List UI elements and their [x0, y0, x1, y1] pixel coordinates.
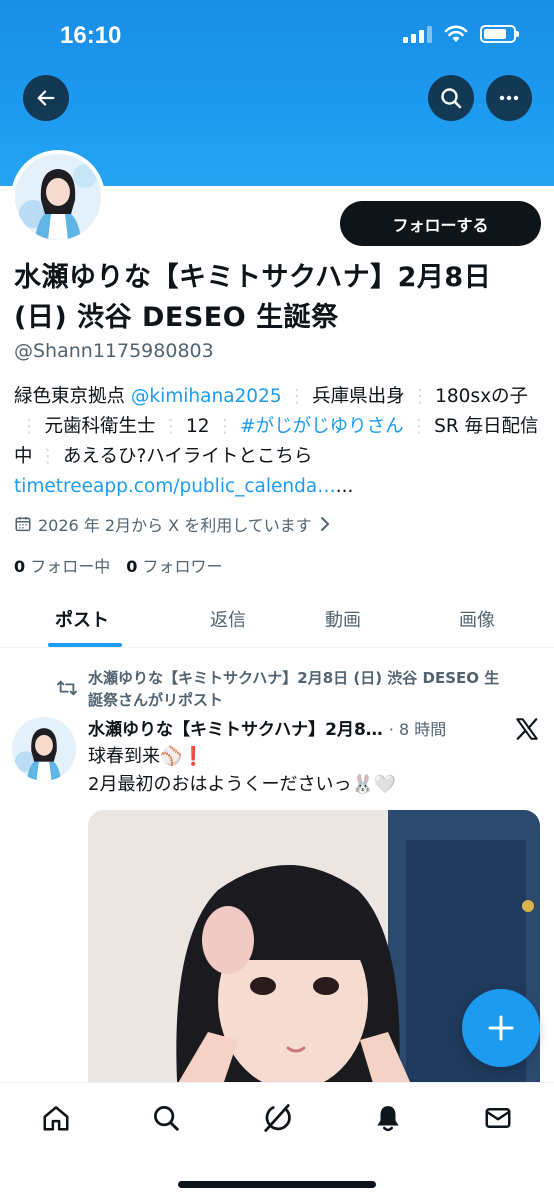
- post-author-name[interactable]: 水瀬ゆりな【キミトサクハナ】2月8…: [88, 715, 383, 740]
- repost-icon: [57, 680, 77, 696]
- profile-bio: 緑色東京拠点 @kimihana2025 ⋮ 兵庫県出身 ⋮ 180sxの子⋮ 元歯科衛生…: [14, 382, 544, 502]
- profile-name-line2: (日) 渋谷 DESEO 生誕祭: [14, 302, 339, 333]
- profile-name: 水瀬ゆりな【キミトサクハナ】2月8日 (日) 渋谷 DESEO 生誕祭: [14, 258, 544, 338]
- bio-separator: ⋮: [410, 386, 430, 407]
- tab-videos[interactable]: 動画: [325, 606, 361, 632]
- follow-counts: 0 フォロー中 0 フォロワー: [14, 553, 223, 577]
- bio-ellipsis: ...: [335, 476, 354, 497]
- search-icon[interactable]: [151, 1103, 181, 1133]
- grok-icon[interactable]: [262, 1103, 292, 1133]
- joined-text: 2026 年 2月から X を利用しています: [38, 516, 312, 535]
- bio-separator: ⋮: [215, 416, 235, 437]
- more-icon: [499, 95, 519, 101]
- calendar-icon: [15, 516, 31, 532]
- x-logo-icon[interactable]: [514, 716, 540, 742]
- plus-icon: [488, 1015, 514, 1041]
- home-indicator: [178, 1181, 376, 1188]
- post-text: 球春到来⚾❗ 2月最初のおはようくーださいっ🐰🤍: [88, 743, 396, 799]
- tab-posts[interactable]: ポスト: [55, 606, 109, 632]
- avatar-photo: [15, 154, 101, 240]
- post-timestamp[interactable]: · 8 時間: [389, 716, 446, 740]
- bio-text: 緑色東京拠点: [14, 386, 131, 407]
- post-text-line1: 球春到来⚾❗: [88, 746, 205, 767]
- tab-replies[interactable]: 返信: [210, 606, 246, 632]
- active-tab-indicator: [48, 643, 122, 647]
- post-photo: [88, 810, 540, 1100]
- bio-separator: ⋮: [161, 416, 181, 437]
- following-count: 0: [14, 557, 26, 576]
- profile-name-line1: 水瀬ゆりな【キミトサクハナ】2月8日: [14, 262, 492, 293]
- followers-count: 0: [126, 557, 138, 576]
- wifi-icon: [444, 25, 468, 42]
- bio-text: あえるひ?ハイライトとこちら: [63, 446, 313, 467]
- more-button[interactable]: [486, 75, 532, 121]
- profile-tabs: ポスト 返信 動画 画像: [0, 596, 554, 648]
- bio-text: 元歯科衛生士: [44, 416, 156, 437]
- bio-separator: ⋮: [409, 416, 429, 437]
- signal-icon: [403, 25, 432, 43]
- tab-images[interactable]: 画像: [459, 606, 495, 632]
- following-link[interactable]: 0 フォロー中: [14, 553, 110, 577]
- post-avatar-photo: [12, 717, 76, 781]
- status-time: 16:10: [60, 22, 122, 49]
- search-icon: [441, 88, 462, 109]
- follow-button[interactable]: フォローする: [340, 201, 541, 246]
- repost-indicator[interactable]: 水瀬ゆりな【キミトサクハナ】2月8日 (日) 渋谷 DESEO 生 誕祭さんがリ…: [88, 667, 538, 711]
- bio-separator: ⋮: [287, 386, 307, 407]
- joined-date[interactable]: 2026 年 2月から X を利用しています: [14, 512, 332, 536]
- chevron-right-icon: [320, 517, 330, 531]
- search-button[interactable]: [428, 75, 474, 121]
- profile-handle: @Shann1175980803: [14, 340, 214, 362]
- following-label: フォロー中: [30, 557, 111, 576]
- back-button[interactable]: [23, 75, 69, 121]
- bio-mention-link[interactable]: @kimihana2025: [131, 386, 282, 407]
- arrow-left-icon: [37, 90, 55, 106]
- repost-text-line1: 水瀬ゆりな【キミトサクハナ】2月8日 (日) 渋谷 DESEO 生: [88, 669, 500, 687]
- post-image[interactable]: [88, 810, 540, 1100]
- battery-icon: [480, 25, 519, 43]
- mail-icon[interactable]: [483, 1103, 513, 1133]
- bio-hashtag-link[interactable]: #がじがじゆりさん: [240, 416, 404, 437]
- bio-separator: ⋮: [20, 416, 39, 437]
- followers-link[interactable]: 0 フォロワー: [126, 553, 222, 577]
- bio-url-link[interactable]: timetreeapp.com/public_calenda…: [14, 476, 336, 497]
- repost-text-line2: 誕祭さんがリポスト: [88, 691, 224, 709]
- followers-label: フォロワー: [142, 557, 223, 576]
- post-text-line2: 2月最初のおはようくーださいっ🐰🤍: [88, 774, 397, 795]
- bio-text: 兵庫県出身: [312, 386, 405, 407]
- profile-avatar[interactable]: [11, 150, 105, 244]
- bio-text: 12: [186, 416, 210, 437]
- home-icon[interactable]: [41, 1103, 71, 1133]
- status-icons: [403, 25, 519, 43]
- bio-separator: ⋮: [38, 446, 58, 467]
- compose-button[interactable]: [462, 989, 540, 1067]
- post-author-avatar[interactable]: [12, 717, 76, 781]
- post-header: 水瀬ゆりな【キミトサクハナ】2月8… · 8 時間: [88, 715, 446, 740]
- bell-icon[interactable]: [373, 1103, 403, 1133]
- bio-text: 180sxの子: [435, 386, 529, 407]
